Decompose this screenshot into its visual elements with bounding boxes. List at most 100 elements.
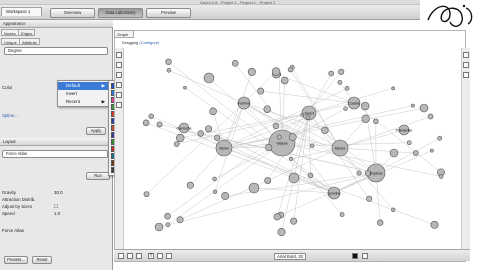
graph-node[interactable] bbox=[214, 134, 221, 141]
graph-node[interactable] bbox=[263, 105, 272, 113]
graph-node[interactable] bbox=[148, 113, 154, 119]
pointer-tool-icon[interactable] bbox=[116, 52, 122, 58]
size-tool-icon[interactable] bbox=[116, 92, 122, 98]
reset-button[interactable]: Reset bbox=[32, 256, 52, 264]
graph-canvas[interactable]: Valjean Myriel Marius Enjolras Javert Fantine… bbox=[124, 48, 460, 248]
hand-tool-icon[interactable] bbox=[116, 72, 122, 78]
tab-unique[interactable]: Unique bbox=[1, 38, 20, 45]
tab-edges[interactable]: Edges bbox=[18, 29, 36, 36]
graph-node[interactable] bbox=[343, 106, 348, 111]
graph-node[interactable] bbox=[164, 212, 171, 220]
graph-node[interactable] bbox=[231, 60, 239, 67]
graph-node[interactable] bbox=[209, 107, 217, 116]
graph-node[interactable] bbox=[203, 72, 215, 84]
graph-node[interactable] bbox=[273, 213, 281, 221]
brush-tool-icon[interactable] bbox=[116, 82, 122, 88]
presets-button[interactable]: Presets... bbox=[4, 256, 28, 264]
reset-sizes-icon[interactable] bbox=[136, 253, 142, 259]
graph-node[interactable] bbox=[361, 114, 370, 123]
tab-attribute[interactable]: Attribute bbox=[19, 38, 40, 45]
graph-node[interactable] bbox=[205, 125, 213, 133]
graph-node[interactable] bbox=[309, 143, 315, 148]
graph-node[interactable] bbox=[287, 66, 294, 73]
graph-node[interactable] bbox=[373, 118, 379, 124]
graph-node[interactable] bbox=[328, 70, 335, 77]
graph-node[interactable] bbox=[389, 148, 399, 158]
font-size-icon[interactable] bbox=[157, 253, 163, 259]
graph-node[interactable] bbox=[212, 176, 217, 182]
data-laboratory-button[interactable]: Data Laboratory bbox=[98, 8, 143, 18]
graph-node[interactable] bbox=[277, 228, 286, 237]
menu-item-invert[interactable]: Invert bbox=[58, 90, 108, 98]
menu-item-default[interactable]: Default ▶ bbox=[58, 82, 108, 90]
graph-node[interactable] bbox=[257, 87, 265, 95]
layout-algorithm-select[interactable]: Force Atlas bbox=[2, 150, 108, 158]
graph-node[interactable] bbox=[412, 150, 419, 156]
graph-node[interactable] bbox=[427, 113, 434, 120]
graph-node[interactable] bbox=[289, 156, 294, 162]
spline-link[interactable]: Spline... bbox=[2, 113, 18, 119]
attribute-select[interactable]: Degree bbox=[4, 47, 108, 55]
tab-nodes[interactable]: Nodes bbox=[1, 29, 19, 36]
apply-button[interactable]: Apply bbox=[86, 127, 106, 135]
adjust-sizes-checkbox[interactable]: ☐ bbox=[54, 204, 58, 210]
graph-configure-link[interactable]: (Configure) bbox=[139, 40, 159, 45]
workspace-tab[interactable]: Workspace 1 bbox=[1, 7, 42, 16]
graph-node[interactable] bbox=[429, 148, 434, 153]
graph-node[interactable] bbox=[419, 103, 429, 113]
menu-item-recent[interactable]: Recent ▶ bbox=[58, 98, 108, 106]
graph-node[interactable] bbox=[377, 219, 384, 226]
zoom-in-icon[interactable] bbox=[463, 52, 469, 58]
graph-node[interactable] bbox=[305, 115, 311, 120]
center-icon[interactable] bbox=[463, 72, 469, 78]
graph-node[interactable] bbox=[212, 189, 218, 194]
graph-node[interactable] bbox=[154, 222, 164, 232]
graph-node[interactable] bbox=[391, 207, 396, 212]
prop-gravity-value[interactable]: 30.0 bbox=[54, 190, 63, 196]
graph-node[interactable] bbox=[430, 220, 439, 229]
graph-node[interactable] bbox=[248, 182, 260, 194]
settings-icon[interactable] bbox=[362, 253, 368, 259]
graph-node[interactable] bbox=[391, 86, 396, 91]
graph-node[interactable] bbox=[280, 76, 289, 85]
graph-node[interactable] bbox=[288, 172, 300, 184]
label-color-icon[interactable] bbox=[166, 253, 172, 259]
preview-button[interactable]: Preview bbox=[146, 8, 191, 18]
graph-node[interactable] bbox=[247, 67, 256, 76]
run-layout-button[interactable]: Run bbox=[86, 172, 110, 180]
graph-node[interactable] bbox=[411, 103, 415, 108]
graph-node[interactable] bbox=[143, 191, 150, 198]
graph-node[interactable] bbox=[264, 177, 272, 184]
graph-node[interactable] bbox=[186, 181, 194, 189]
font-selector[interactable]: Arial Bold, 32 bbox=[274, 253, 307, 260]
graph-node[interactable] bbox=[165, 58, 172, 65]
graph-node[interactable] bbox=[321, 126, 329, 135]
graph-node[interactable] bbox=[221, 192, 230, 200]
graph-node[interactable] bbox=[366, 195, 373, 202]
graph-node[interactable] bbox=[176, 216, 184, 224]
graph-node[interactable] bbox=[337, 80, 343, 85]
select-tool-icon[interactable] bbox=[116, 62, 122, 68]
graph-node[interactable] bbox=[166, 68, 172, 73]
camera-icon[interactable] bbox=[118, 253, 124, 259]
graph-node[interactable] bbox=[173, 141, 180, 147]
graph-node[interactable] bbox=[339, 212, 345, 217]
reset-colors-icon[interactable] bbox=[127, 253, 133, 259]
graph-node[interactable] bbox=[356, 170, 362, 176]
graph-node[interactable] bbox=[307, 172, 314, 179]
graph-node[interactable] bbox=[276, 134, 282, 140]
path-tool-icon[interactable] bbox=[116, 102, 122, 108]
prop-speed-value[interactable]: 1.0 bbox=[54, 211, 60, 217]
graph-node[interactable] bbox=[197, 130, 204, 137]
graph-node[interactable] bbox=[142, 119, 150, 127]
graph-node[interactable] bbox=[271, 67, 281, 76]
graph-node[interactable] bbox=[406, 140, 412, 146]
graph-node[interactable] bbox=[338, 68, 345, 75]
label-color-swatch[interactable] bbox=[352, 253, 358, 259]
graph-node[interactable] bbox=[165, 222, 171, 228]
tab-graph[interactable]: Graph bbox=[114, 30, 134, 38]
graph-node[interactable] bbox=[360, 101, 370, 111]
graph-node[interactable] bbox=[265, 144, 273, 152]
graph-node[interactable] bbox=[272, 122, 280, 130]
graph-node[interactable] bbox=[183, 85, 187, 90]
